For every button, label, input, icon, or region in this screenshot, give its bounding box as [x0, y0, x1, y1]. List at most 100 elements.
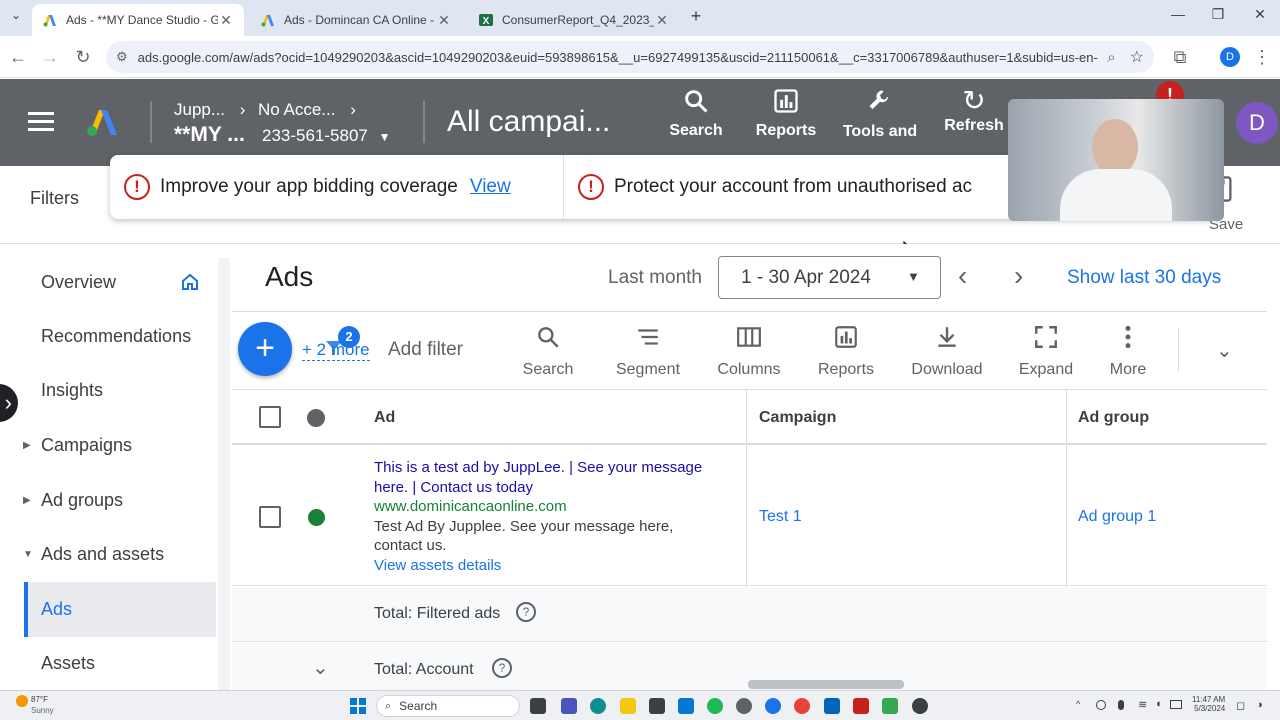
header-reports-button[interactable]: Reports — [746, 87, 826, 140]
address-bar[interactable]: ⚙ ads.google.com/aw/ads?ocid=1049290203&… — [106, 41, 1154, 73]
window-close-icon[interactable]: ✕ — [1248, 6, 1272, 30]
edge-icon[interactable] — [590, 698, 606, 714]
campaign-link[interactable]: Test 1 — [759, 508, 802, 526]
account-name[interactable]: **MY ... — [174, 123, 245, 147]
windows-start-icon[interactable] — [350, 698, 366, 714]
filters-label[interactable]: Filters — [30, 188, 79, 209]
browser-menu-icon[interactable]: ⋮ — [1250, 45, 1274, 69]
file-explorer-icon[interactable] — [620, 698, 636, 714]
tab-close-icon[interactable]: ✕ — [218, 12, 234, 29]
more-button[interactable]: More — [1106, 324, 1150, 379]
battery-icon[interactable] — [1170, 700, 1182, 709]
tab-close-icon[interactable]: ✕ — [436, 12, 452, 29]
obs-icon[interactable] — [912, 698, 928, 714]
weather-icon[interactable] — [16, 695, 28, 707]
microphone-icon[interactable] — [1118, 700, 1124, 710]
new-tab-icon[interactable]: + — [686, 6, 706, 30]
help-icon[interactable]: ? — [492, 658, 512, 678]
google-ads-logo-icon[interactable] — [86, 107, 120, 137]
network-icon[interactable] — [1096, 700, 1106, 710]
outlook-icon[interactable] — [824, 698, 840, 714]
download-button[interactable]: Download — [908, 324, 986, 379]
sidebar-item-ads[interactable]: Ads — [24, 582, 216, 637]
user-avatar[interactable]: D — [1236, 102, 1278, 144]
sidebar-scrollbar[interactable] — [218, 258, 230, 690]
previous-period-icon[interactable]: ‹ — [958, 260, 967, 292]
site-settings-icon[interactable]: ⚙ — [116, 49, 128, 65]
sidebar-item-insights[interactable]: Insights — [24, 365, 216, 415]
volume-icon[interactable]: ◖ — [1155, 698, 1162, 710]
column-header-ad[interactable]: Ad — [374, 409, 395, 427]
zoom-icon[interactable]: ⌕ — [1107, 49, 1115, 66]
ad-headline[interactable]: This is a test ad by JuppLee. | See your… — [374, 458, 714, 497]
sidebar-item-ad-groups[interactable]: ▶ Ad groups — [23, 475, 216, 525]
browser-tab-my-dance-studio[interactable]: Ads - **MY Dance Studio - Google Ads ✕ — [32, 4, 244, 36]
app-icon[interactable] — [678, 698, 694, 714]
table-search-button[interactable]: Search — [522, 324, 574, 379]
bookmark-star-icon[interactable]: ☆ — [1130, 47, 1144, 67]
status-column-icon[interactable] — [307, 409, 325, 427]
wifi-icon[interactable]: ≋ — [1138, 698, 1147, 711]
task-view-icon[interactable] — [530, 698, 546, 714]
minimize-icon[interactable]: — — [1166, 6, 1190, 30]
column-header-campaign[interactable]: Campaign — [759, 409, 836, 427]
columns-button[interactable]: Columns — [715, 324, 783, 379]
sidebar-item-campaigns[interactable]: ▶ Campaigns — [23, 420, 216, 470]
notification-view-link[interactable]: View — [470, 176, 511, 198]
collapse-toolbar-icon[interactable]: ⌄ — [1216, 338, 1233, 363]
view-assets-details-link[interactable]: View assets details — [374, 556, 714, 576]
app-icon[interactable] — [882, 698, 898, 714]
back-icon[interactable]: ← — [6, 45, 30, 69]
reload-icon[interactable]: ↻ — [71, 45, 95, 69]
expand-row-icon[interactable]: ⌄ — [312, 655, 329, 680]
add-ad-button[interactable]: + — [238, 322, 292, 376]
expand-sidebar-icon[interactable]: › — [0, 384, 18, 422]
browser-tab-consumer-report[interactable]: X ConsumerReport_Q4_2023_2.xlsx ✕ — [468, 4, 680, 36]
hamburger-menu-icon[interactable] — [28, 112, 54, 131]
sidebar-item-recommendations[interactable]: Recommendations — [24, 311, 216, 361]
show-last-30-days-link[interactable]: Show last 30 days — [1067, 267, 1221, 289]
url-text[interactable]: ads.google.com/aw/ads?ocid=1049290203&as… — [138, 50, 1100, 65]
browser-tab-dominican-ca[interactable]: Ads - Domincan CA Online - Google Ads ✕ — [250, 4, 462, 36]
reports-button[interactable]: Reports — [815, 324, 877, 379]
restore-icon[interactable]: ❐ — [1206, 6, 1230, 30]
ad-group-link[interactable]: Ad group 1 — [1078, 508, 1156, 526]
widgets-icon[interactable]: ◑ — [1256, 699, 1263, 711]
add-filter-button[interactable]: Add filter — [388, 339, 463, 361]
tab-close-icon[interactable]: ✕ — [654, 12, 670, 29]
tray-overflow-icon[interactable]: ^ — [1076, 699, 1080, 709]
settings-icon[interactable] — [736, 698, 752, 714]
tab-search-icon[interactable]: ⌄ — [6, 8, 26, 28]
help-icon[interactable]: ? — [516, 602, 536, 622]
forward-icon[interactable]: → — [38, 45, 62, 69]
taskbar-search-box[interactable]: ⌕ Search — [376, 695, 520, 717]
account-manager-label[interactable]: Jupp... › — [174, 100, 245, 120]
sidebar-item-assets[interactable]: Assets — [24, 638, 216, 688]
enabled-status-dot[interactable] — [308, 509, 325, 526]
view-title[interactable]: All campai... — [447, 105, 610, 139]
segment-button[interactable]: Segment — [613, 324, 683, 379]
clock[interactable]: 11:47 AM 5/3/2024 — [1192, 695, 1225, 713]
notifications-icon[interactable]: ◻ — [1236, 699, 1245, 712]
sidebar-item-ads-and-assets[interactable]: ▼ Ads and assets — [23, 529, 216, 579]
chrome-icon[interactable] — [794, 698, 810, 714]
app-icon[interactable] — [765, 698, 781, 714]
horizontal-scrollbar[interactable] — [748, 680, 904, 689]
browser-profile-avatar[interactable]: D — [1220, 47, 1240, 67]
next-period-icon[interactable]: › — [1014, 260, 1023, 292]
teams-icon[interactable] — [561, 698, 577, 714]
sub-account-label[interactable]: No Acce... › — [258, 100, 356, 120]
extensions-icon[interactable]: ⧉ — [1168, 45, 1192, 69]
sidebar-item-overview[interactable]: Overview — [24, 257, 216, 307]
header-search-button[interactable]: Search — [656, 87, 736, 140]
row-checkbox[interactable] — [259, 506, 281, 528]
column-header-ad-group[interactable]: Ad group — [1078, 409, 1149, 427]
date-range-picker[interactable]: 1 - 30 Apr 2024 ▼ — [718, 256, 941, 299]
spotify-icon[interactable] — [707, 698, 723, 714]
customer-id[interactable]: 233-561-5807 ▼ — [262, 126, 391, 146]
select-all-checkbox[interactable] — [259, 406, 281, 428]
acrobat-icon[interactable] — [853, 698, 869, 714]
store-icon[interactable] — [649, 698, 665, 714]
expand-button[interactable]: Expand — [1016, 324, 1076, 379]
header-refresh-button[interactable]: ↻ Refresh — [934, 87, 1014, 135]
